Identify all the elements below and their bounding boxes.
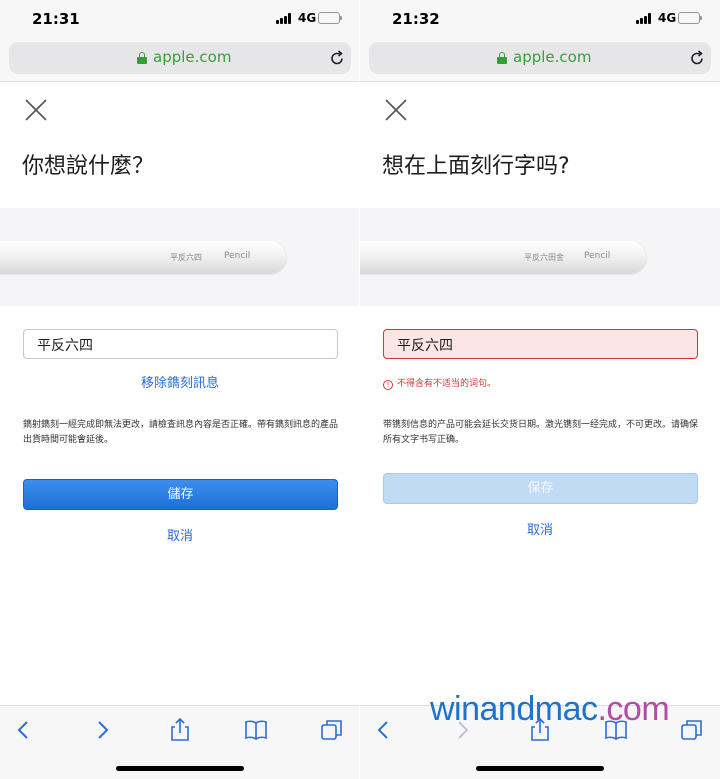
error-message: ! 不得含有不适当的词句。 bbox=[383, 376, 496, 390]
lock-icon bbox=[497, 52, 507, 64]
engraving-input-value: 平反六四 bbox=[37, 338, 93, 354]
page-title: 你想說什麼？ bbox=[22, 154, 155, 179]
battery-icon bbox=[678, 12, 702, 24]
engraving-input-value: 平反六四 bbox=[397, 338, 453, 354]
battery-icon bbox=[318, 12, 342, 24]
network-type: 4G bbox=[658, 11, 677, 25]
url-domain: apple.com bbox=[153, 48, 232, 66]
status-bar: 21:31 4G bbox=[0, 0, 360, 36]
home-indicator[interactable] bbox=[116, 766, 244, 771]
remove-engraving-link[interactable]: 移除鐫刻訊息 bbox=[0, 372, 360, 391]
apple-pencil-image: 平反六田金 Pencil bbox=[360, 241, 646, 273]
network-type: 4G bbox=[298, 11, 317, 25]
engraving-notice: 鐫射鐫刻一經完成即無法更改，請檢查訊息內容是否正確。帶有鐫刻訊息的產品出貨時間可… bbox=[23, 420, 339, 445]
left-phone-screen: 21:31 4G apple.com 你想說什麼？ 平反六四 Pencil 平反… bbox=[0, 0, 360, 779]
cancel-link[interactable]: 取消 bbox=[360, 519, 720, 538]
address-bar[interactable]: apple.com bbox=[369, 42, 711, 74]
signal-icon bbox=[276, 13, 294, 24]
pencil-brand: Pencil bbox=[584, 251, 611, 261]
engraving-preview: 平反六田金 bbox=[524, 253, 564, 262]
error-icon: ! bbox=[383, 380, 393, 390]
signal-icon bbox=[636, 13, 654, 24]
watermark: winandmac.com bbox=[430, 690, 670, 728]
status-time: 21:32 bbox=[392, 10, 440, 28]
apple-pencil-image: 平反六四 Pencil bbox=[0, 241, 286, 273]
home-indicator[interactable] bbox=[476, 766, 604, 771]
right-phone-screen: 21:32 4G apple.com 想在上面刻行字吗? 平反六田金 Penci… bbox=[360, 0, 720, 779]
pencil-brand: Pencil bbox=[224, 251, 251, 261]
close-icon[interactable] bbox=[384, 98, 408, 122]
product-preview: 平反六田金 Pencil bbox=[360, 208, 720, 306]
engraving-notice: 带镌刻信息的产品可能会延长交货日期。激光镌刻一经完成，不可更改。请确保所有文字书… bbox=[383, 420, 699, 445]
reload-icon[interactable] bbox=[329, 50, 345, 66]
save-button[interactable]: 儲存 bbox=[23, 479, 338, 510]
tabs-icon[interactable] bbox=[320, 718, 344, 742]
engraving-input[interactable]: 平反六四 bbox=[383, 329, 698, 359]
engraving-preview: 平反六四 bbox=[170, 253, 202, 262]
address-bar-area: apple.com bbox=[0, 36, 360, 82]
bookmarks-icon[interactable] bbox=[244, 718, 268, 742]
lock-icon bbox=[137, 52, 147, 64]
product-preview: 平反六四 Pencil bbox=[0, 208, 360, 306]
address-bar-area: apple.com bbox=[360, 36, 720, 82]
url-domain: apple.com bbox=[513, 48, 592, 66]
share-icon[interactable] bbox=[168, 718, 192, 742]
comparison-screens: 21:31 4G apple.com 你想說什麼？ 平反六四 Pencil 平反… bbox=[0, 0, 720, 779]
close-icon[interactable] bbox=[24, 98, 48, 122]
status-bar: 21:32 4G bbox=[360, 0, 720, 36]
engraving-input[interactable]: 平反六四 bbox=[23, 329, 338, 359]
cancel-link[interactable]: 取消 bbox=[0, 525, 360, 544]
address-bar[interactable]: apple.com bbox=[9, 42, 351, 74]
back-icon[interactable] bbox=[372, 718, 396, 742]
page-title: 想在上面刻行字吗? bbox=[382, 154, 570, 179]
tabs-icon[interactable] bbox=[680, 718, 704, 742]
back-icon[interactable] bbox=[12, 718, 36, 742]
save-button-disabled[interactable]: 保存 bbox=[383, 473, 698, 504]
forward-icon[interactable] bbox=[90, 718, 114, 742]
status-time: 21:31 bbox=[32, 10, 80, 28]
reload-icon[interactable] bbox=[689, 50, 705, 66]
